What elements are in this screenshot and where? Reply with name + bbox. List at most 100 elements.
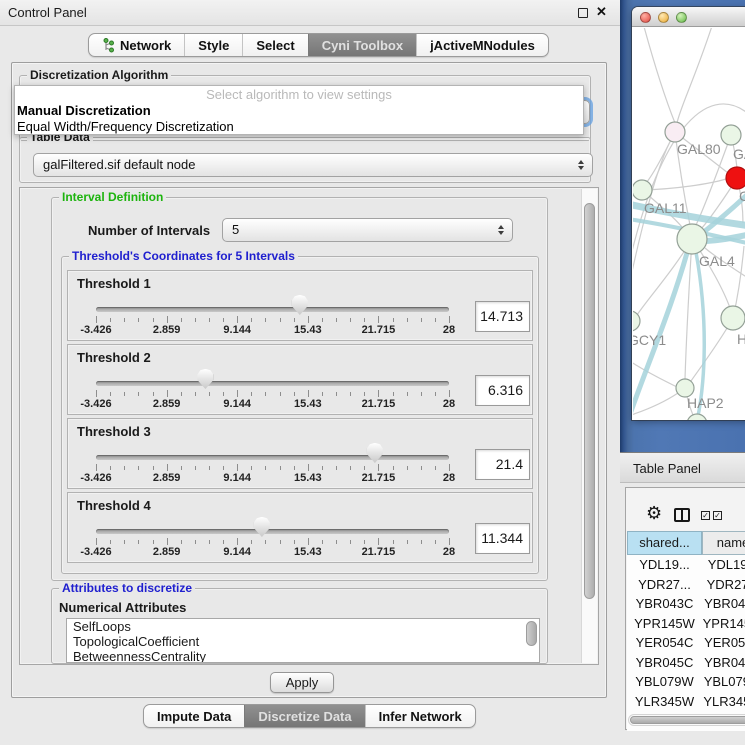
slider-tick — [138, 466, 139, 470]
table-cell[interactable]: YDL19... — [627, 555, 702, 575]
network-edge[interactable] — [643, 28, 675, 123]
attributes-scrollbar[interactable] — [526, 621, 537, 661]
slider-tick — [308, 390, 309, 397]
tab-network[interactable]: Network — [89, 34, 184, 56]
gear-icon[interactable]: ⚙ — [646, 504, 662, 522]
threshold-value-field[interactable]: 21.4 — [475, 449, 530, 480]
network-node-gal80[interactable] — [665, 122, 685, 142]
slider-tick — [322, 318, 323, 322]
slider-track[interactable] — [96, 381, 449, 386]
slider-thumb[interactable] — [197, 369, 213, 389]
scrollbar-thumb[interactable] — [584, 203, 595, 599]
table-row[interactable]: YBR043CYBR043C — [627, 594, 745, 614]
table-cell[interactable]: YBR045C — [627, 653, 702, 673]
close-traffic-light-icon[interactable] — [640, 12, 651, 23]
table-cell[interactable]: YER054C — [627, 633, 702, 653]
network-node-h[interactable] — [721, 306, 745, 330]
network-node-gcy1[interactable] — [633, 311, 640, 331]
scrollbar-thumb[interactable] — [630, 716, 745, 724]
column-header[interactable]: name — [702, 531, 745, 555]
vertical-scrollbar[interactable] — [581, 189, 597, 663]
numerical-attributes-list[interactable]: SelfLoopsTopologicalCoefficientBetweenne… — [66, 618, 540, 663]
network-edge[interactable] — [633, 393, 678, 416]
slider-thumb[interactable] — [292, 295, 308, 315]
slider-tick — [96, 538, 97, 545]
algorithm-option[interactable]: Equal Width/Frequency Discretization — [15, 119, 583, 135]
tab-cyni-toolbox[interactable]: Cyni Toolbox — [308, 34, 416, 56]
slider-tick — [308, 538, 309, 545]
network-node-gal11[interactable] — [633, 180, 652, 200]
slider-tick-label: 21.715 — [362, 472, 396, 484]
slider-ticks — [96, 390, 449, 398]
float-window-icon[interactable] — [578, 8, 588, 18]
number-of-intervals-combobox[interactable]: 5 — [222, 218, 513, 242]
minimize-traffic-light-icon[interactable] — [658, 12, 669, 23]
table-row[interactable]: YBR045CYBR045C — [627, 653, 745, 673]
slider-track[interactable] — [96, 529, 449, 534]
close-icon[interactable]: ✕ — [596, 4, 607, 20]
slider-tick-label: -3.426 — [80, 546, 111, 558]
table-row[interactable]: YLR345WYLR345W — [627, 692, 745, 712]
network-node[interactable] — [687, 414, 707, 420]
attribute-item[interactable]: SelfLoops — [67, 619, 539, 634]
network-canvas[interactable]: GAL80GACGAL11GAL4GCY1HHAP2 — [633, 28, 745, 420]
slider-tick-label: 2.859 — [153, 324, 181, 336]
table-row[interactable]: YER054CYER054C — [627, 633, 745, 653]
slider-track[interactable] — [96, 455, 449, 460]
slider-ticks — [96, 316, 449, 324]
table-row[interactable]: YDR27...YDR27... — [627, 575, 745, 595]
attribute-item[interactable]: TopologicalCoefficient — [67, 634, 539, 649]
table-cell[interactable]: YBL079W — [702, 672, 745, 692]
table-cell[interactable]: YDR27... — [702, 575, 745, 595]
threshold-value-field[interactable]: 6.316 — [475, 375, 530, 406]
panel-title: Control Panel — [8, 5, 87, 20]
network-node-ga[interactable] — [721, 125, 741, 145]
checkbox-icon[interactable]: ✓ — [701, 511, 710, 520]
slider-track[interactable] — [96, 307, 449, 312]
threshold-value-field[interactable]: 11.344 — [475, 523, 530, 554]
table-cell[interactable]: YDR27... — [627, 575, 702, 595]
column-header[interactable]: shared... — [627, 531, 702, 555]
table-cell[interactable]: YBL079W — [627, 672, 702, 692]
algorithm-option[interactable]: Manual Discretization — [15, 103, 583, 119]
table-cell[interactable]: YBR045C — [702, 653, 745, 673]
attribute-item[interactable]: BetweennessCentrality — [67, 649, 539, 663]
table-row[interactable]: YDL19...YDL19... — [627, 555, 745, 575]
tab-discretize-data[interactable]: Discretize Data — [244, 705, 364, 727]
table-cell[interactable]: YLR345W — [627, 692, 702, 712]
checkbox-icon[interactable]: ✓ — [713, 511, 722, 520]
tab-infer-network[interactable]: Infer Network — [365, 705, 475, 727]
slider-tick — [124, 318, 125, 322]
table-cell[interactable]: YPR145W — [627, 614, 702, 634]
tab-impute-data[interactable]: Impute Data — [144, 705, 244, 727]
cyni-toolbox-panel: Discretization Algorithm Select algorith… — [11, 62, 607, 698]
scrollbar-thumb[interactable] — [526, 621, 537, 646]
network-node-gal4[interactable] — [677, 224, 707, 254]
zoom-traffic-light-icon[interactable] — [676, 12, 687, 23]
table-cell[interactable]: YBR043C — [627, 594, 702, 614]
slider-thumb[interactable] — [254, 517, 270, 537]
slider-thumb[interactable] — [367, 443, 383, 463]
tab-jactivemnodules[interactable]: jActiveMNodules — [416, 34, 548, 56]
slider-tick — [265, 540, 266, 544]
table-cell[interactable]: YLR345W — [702, 692, 745, 712]
network-edge[interactable] — [677, 28, 713, 123]
split-columns-icon[interactable] — [674, 508, 690, 522]
table-cell[interactable]: YBR043C — [702, 594, 745, 614]
slider-tick-label: 9.144 — [223, 398, 251, 410]
table-data-combobox[interactable]: galFiltered.sif default node — [33, 153, 593, 177]
table-row[interactable]: YBL079WYBL079W — [627, 672, 745, 692]
table-row[interactable]: YPR145WYPR145W — [627, 614, 745, 634]
apply-button[interactable]: Apply — [270, 672, 334, 693]
slider-tick — [378, 316, 379, 323]
table-cell[interactable]: YDL19... — [702, 555, 745, 575]
threshold-panel: Threshold 4-3.4262.8599.14415.4321.71528… — [67, 492, 533, 563]
table-cell[interactable]: YER054C — [702, 633, 745, 653]
network-node-c[interactable] — [726, 167, 745, 189]
tab-select[interactable]: Select — [242, 34, 307, 56]
threshold-value-field[interactable]: 14.713 — [475, 301, 530, 332]
horizontal-scrollbar[interactable] — [628, 714, 745, 726]
table-cell[interactable]: YPR145W — [702, 614, 745, 634]
slider-tick — [364, 318, 365, 322]
tab-style[interactable]: Style — [184, 34, 242, 56]
